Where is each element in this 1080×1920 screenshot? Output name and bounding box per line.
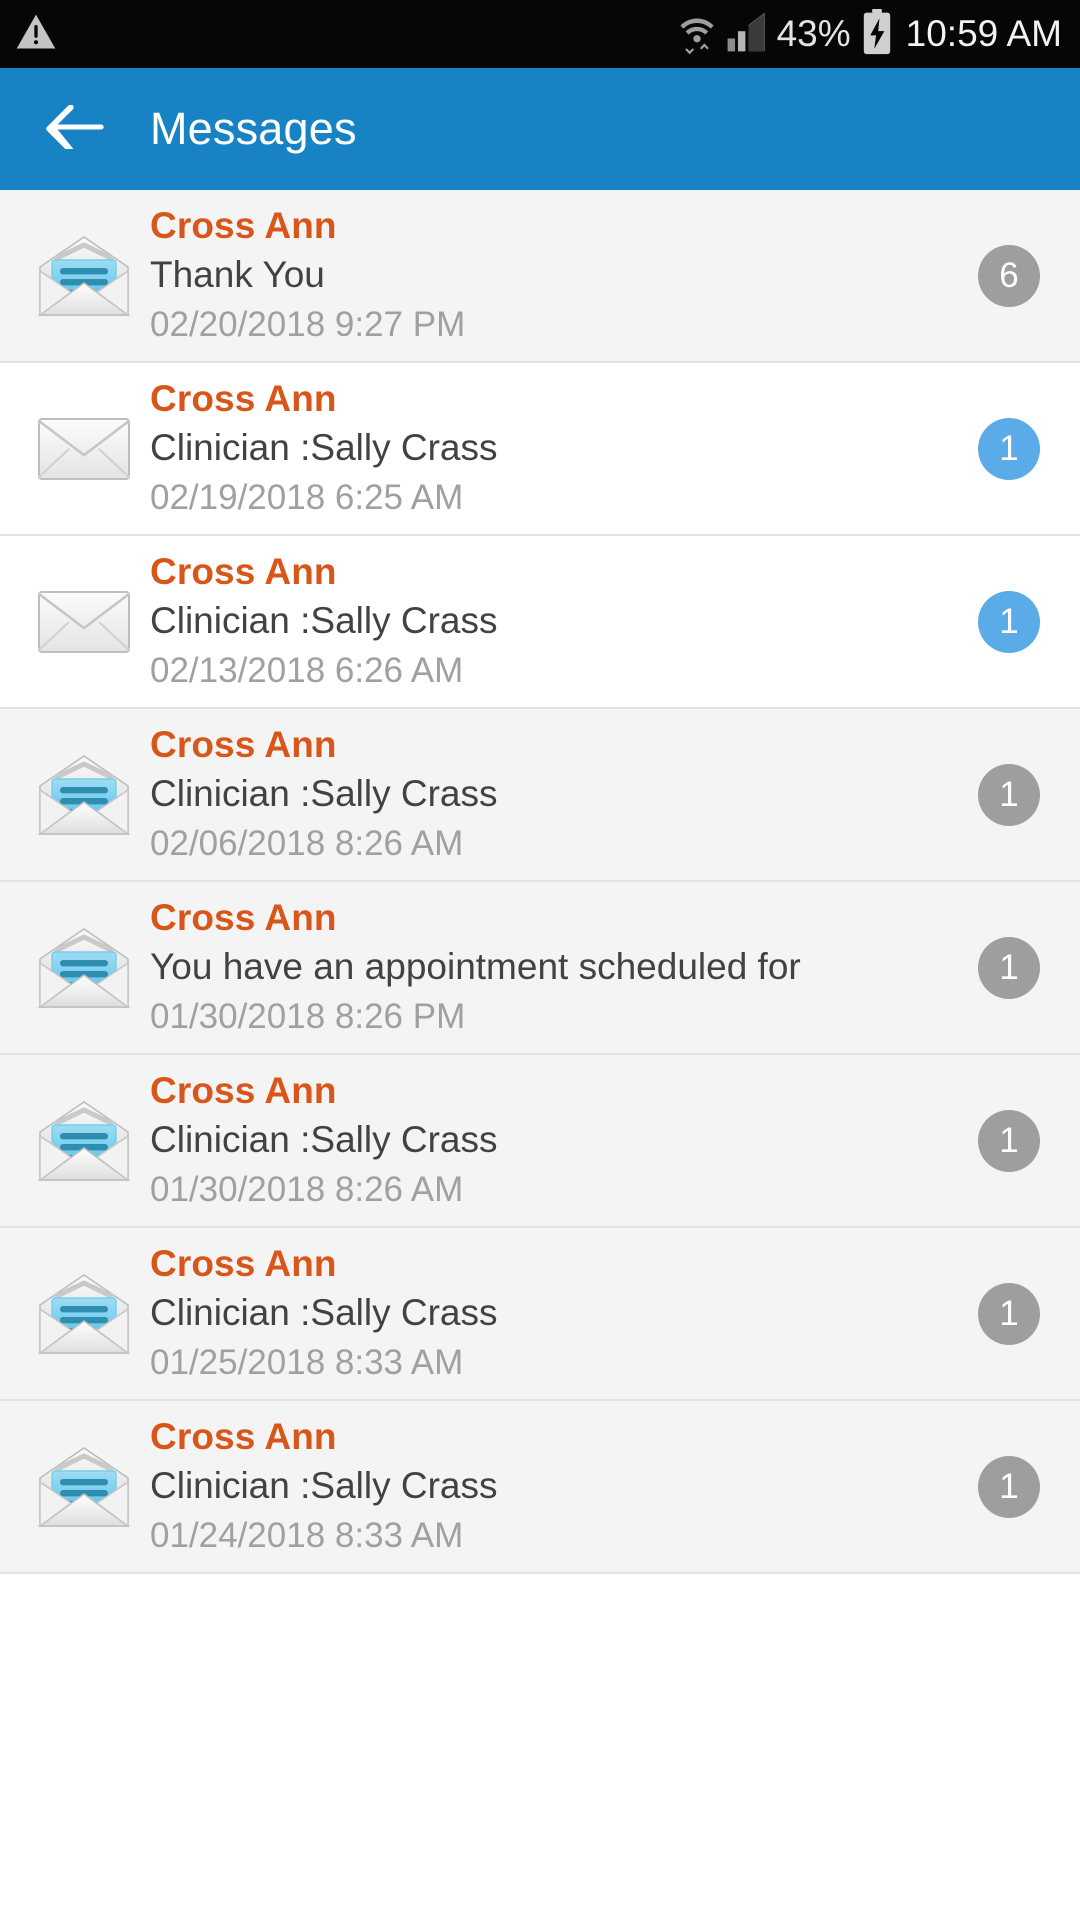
envelope-open-icon — [22, 1444, 146, 1530]
message-subject: Thank You — [150, 253, 325, 295]
message-subject: Clinician :Sally Crass — [150, 426, 498, 468]
envelope-open-icon — [22, 233, 146, 319]
envelope-open-icon — [22, 1098, 146, 1184]
message-subject: Clinician :Sally Crass — [150, 1118, 498, 1160]
battery-percent-label: 43% — [776, 13, 851, 54]
message-sender: Cross Ann — [150, 896, 337, 938]
message-content: Cross Ann Clinician :Sally Crass 02/19/201… — [146, 377, 962, 521]
wifi-transfer-icon — [677, 9, 717, 60]
message-row[interactable]: Cross Ann Clinician :Sally Crass 01/30/201… — [0, 1055, 1080, 1228]
message-sender: Cross Ann — [150, 204, 337, 246]
message-timestamp: 01/30/2018 8:26 AM — [150, 1169, 464, 1209]
message-sender: Cross Ann — [150, 377, 337, 419]
message-subject: Clinician :Sally Crass — [150, 1291, 498, 1333]
status-bar-right: 43% 10:59 AM — [677, 8, 1062, 60]
unread-count-badge: 6 — [978, 244, 1040, 307]
message-content: Cross Ann You have an appointment schedul… — [146, 896, 962, 1040]
message-row[interactable]: Cross Ann Clinician :Sally Crass 01/25/201… — [0, 1228, 1080, 1401]
unread-count-badge: 1 — [978, 763, 1040, 826]
unread-count-badge: 1 — [978, 1282, 1040, 1345]
message-sender: Cross Ann — [150, 1242, 337, 1284]
envelope-open-icon — [22, 1271, 146, 1357]
status-bar-left — [14, 10, 677, 59]
message-sender: Cross Ann — [150, 1415, 337, 1457]
message-subject: Clinician :Sally Crass — [150, 772, 498, 814]
message-subject: Clinician :Sally Crass — [150, 1464, 498, 1506]
message-row[interactable]: Cross Ann Thank You 02/20/2018 9:27 PM 6 — [0, 190, 1080, 363]
battery-charging-icon — [861, 8, 893, 60]
message-row[interactable]: Cross Ann Clinician :Sally Crass 02/19/201… — [0, 363, 1080, 536]
message-timestamp: 01/24/2018 8:33 AM — [150, 1515, 464, 1555]
message-subject: You have an appointment scheduled for — [150, 945, 801, 987]
message-content: Cross Ann Thank You 02/20/2018 9:27 PM — [146, 204, 962, 348]
message-content: Cross Ann Clinician :Sally Crass 02/06/201… — [146, 723, 962, 867]
envelope-closed-icon — [22, 413, 146, 485]
page-title: Messages — [150, 103, 357, 154]
message-row[interactable]: Cross Ann Clinician :Sally Crass 01/24/201… — [0, 1401, 1080, 1574]
unread-count-badge: 1 — [978, 1455, 1040, 1518]
message-timestamp: 02/06/2018 8:26 AM — [150, 823, 464, 863]
message-row[interactable]: Cross Ann Clinician :Sally Crass 02/06/201… — [0, 709, 1080, 882]
message-timestamp: 01/30/2018 8:26 PM — [150, 996, 466, 1036]
unread-count-badge: 1 — [978, 417, 1040, 480]
message-row[interactable]: Cross Ann Clinician :Sally Crass 02/13/201… — [0, 536, 1080, 709]
unread-count-badge: 1 — [978, 936, 1040, 999]
message-timestamp: 02/19/2018 6:25 AM — [150, 477, 464, 517]
back-button[interactable] — [44, 98, 106, 160]
envelope-open-icon — [22, 752, 146, 838]
message-sender: Cross Ann — [150, 550, 337, 592]
message-timestamp: 02/13/2018 6:26 AM — [150, 650, 464, 690]
message-sender: Cross Ann — [150, 723, 337, 765]
status-bar-clock: 10:59 AM — [905, 13, 1062, 54]
unread-count-badge: 1 — [978, 1109, 1040, 1172]
message-content: Cross Ann Clinician :Sally Crass 01/24/201… — [146, 1415, 962, 1559]
message-content: Cross Ann Clinician :Sally Crass 01/30/201… — [146, 1069, 962, 1213]
envelope-closed-icon — [22, 586, 146, 658]
cellular-signal-icon — [726, 11, 768, 58]
message-content: Cross Ann Clinician :Sally Crass 01/25/201… — [146, 1242, 962, 1386]
arrow-left-icon — [46, 103, 104, 154]
message-subject: Clinician :Sally Crass — [150, 599, 498, 641]
message-timestamp: 01/25/2018 8:33 AM — [150, 1342, 464, 1382]
app-bar: Messages — [0, 68, 1080, 190]
message-sender: Cross Ann — [150, 1069, 337, 1111]
unread-count-badge: 1 — [978, 590, 1040, 653]
message-list: Cross Ann Thank You 02/20/2018 9:27 PM 6 Cr… — [0, 190, 1080, 1574]
message-content: Cross Ann Clinician :Sally Crass 02/13/201… — [146, 550, 962, 694]
message-timestamp: 02/20/2018 9:27 PM — [150, 304, 466, 344]
status-bar: 43% 10:59 AM — [0, 0, 1080, 68]
warning-triangle-icon — [14, 10, 58, 59]
message-row[interactable]: Cross Ann You have an appointment schedul… — [0, 882, 1080, 1055]
envelope-open-icon — [22, 925, 146, 1011]
